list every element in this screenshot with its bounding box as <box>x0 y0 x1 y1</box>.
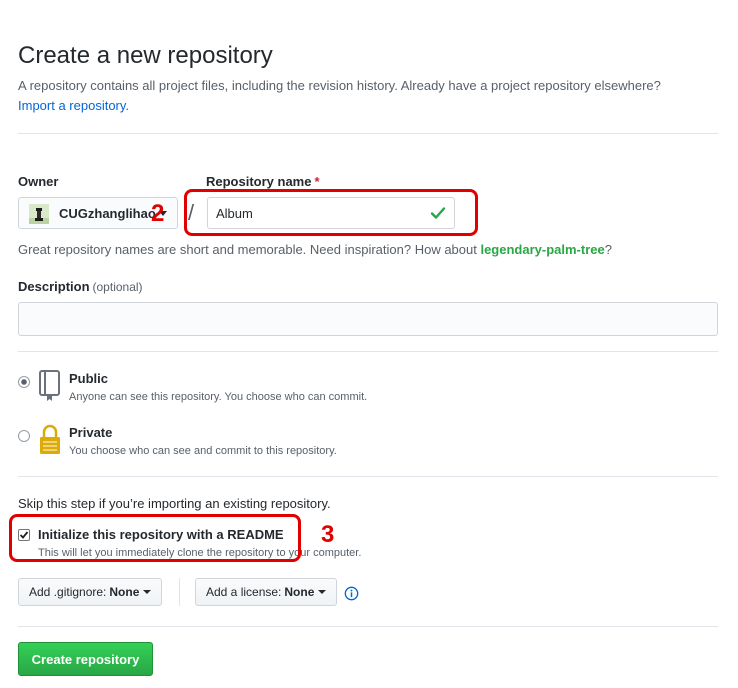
name-hint-prefix: Great repository names are short and mem… <box>18 242 481 257</box>
info-icon[interactable] <box>344 586 359 601</box>
gitignore-label: Add .gitignore: <box>29 585 107 599</box>
add-license-button[interactable]: Add a license: None <box>195 578 338 606</box>
name-hint: Great repository names are short and mem… <box>18 242 612 257</box>
annotation-box-readme <box>9 514 301 562</box>
owner-name: CUGzhanglihao <box>59 206 156 221</box>
annotation-box-repo-name <box>184 189 478 236</box>
chevron-down-icon <box>143 590 152 594</box>
required-mark: * <box>314 174 320 189</box>
chevron-down-icon <box>318 590 327 594</box>
private-desc: You choose who can see and commit to thi… <box>69 445 337 457</box>
page-title: Create a new repository <box>18 42 273 69</box>
annotation-number-3: 3 <box>321 521 335 548</box>
page-subtitle: A repository contains all project files,… <box>18 78 661 93</box>
public-desc: Anyone can see this repository. You choo… <box>69 391 368 403</box>
public-radio[interactable] <box>18 376 30 388</box>
name-suggestion[interactable]: legendary-palm-tree <box>480 242 604 257</box>
optional-label: (optional) <box>92 280 143 294</box>
gitignore-value: None <box>109 585 140 599</box>
owner-avatar-icon <box>29 204 49 224</box>
skip-step-text: Skip this step if you’re importing an ex… <box>18 496 331 511</box>
lock-icon <box>40 424 60 454</box>
owner-label: Owner <box>18 174 59 189</box>
divider <box>18 476 718 477</box>
public-title: Public <box>69 371 109 386</box>
description-label: Description (optional) <box>18 279 143 294</box>
annotation-number-2: 2 <box>151 200 165 227</box>
description-input[interactable] <box>18 302 718 336</box>
license-value: None <box>284 585 315 599</box>
repo-name-label: Repository name * <box>206 174 320 189</box>
private-radio[interactable] <box>18 430 30 442</box>
license-label: Add a license: <box>206 585 282 599</box>
divider <box>18 626 718 627</box>
repo-book-icon <box>39 370 60 401</box>
add-gitignore-button[interactable]: Add .gitignore: None <box>18 578 163 606</box>
divider <box>18 351 718 352</box>
create-repository-button[interactable]: Create repository <box>18 642 153 676</box>
private-title: Private <box>69 425 113 440</box>
name-hint-suffix: ? <box>604 242 612 257</box>
button-separator <box>179 578 180 606</box>
import-repository-link[interactable]: Import a repository. <box>18 98 129 113</box>
divider <box>18 133 718 134</box>
description-label-text: Description <box>18 279 90 294</box>
repo-name-label-text: Repository name <box>206 174 312 189</box>
